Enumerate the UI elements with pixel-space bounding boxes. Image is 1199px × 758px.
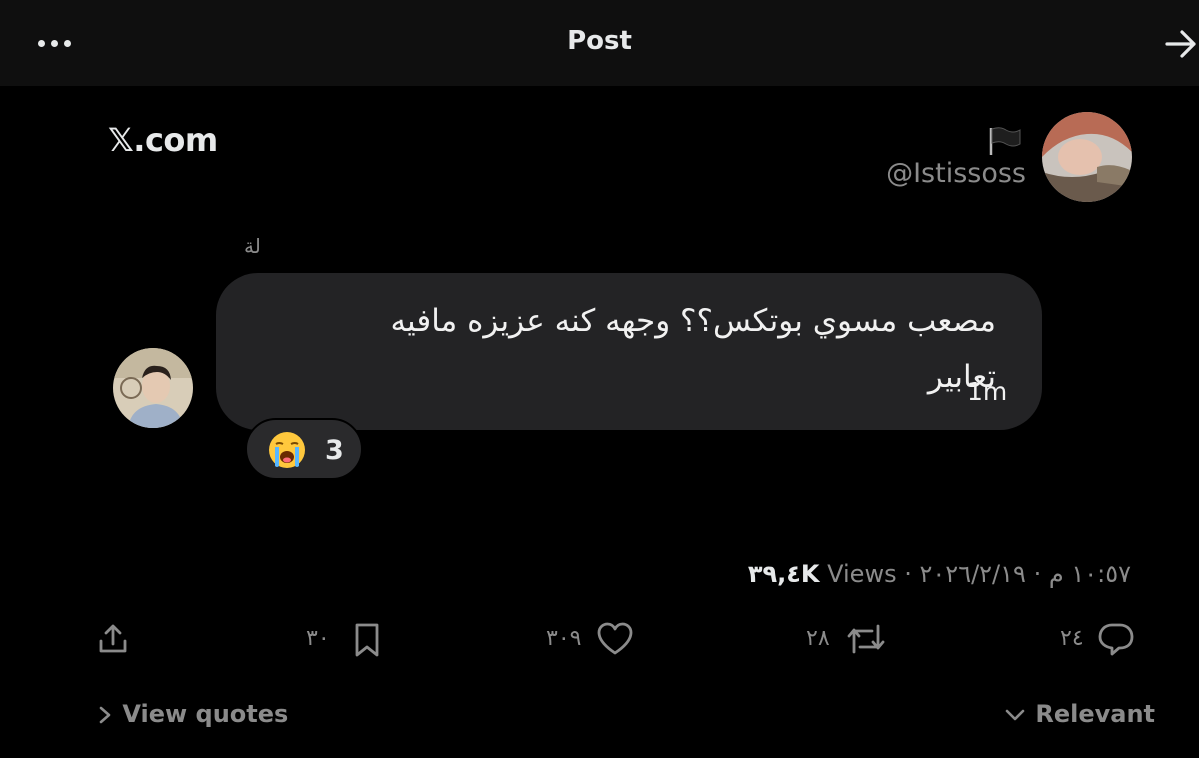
sort-relevant-dropdown[interactable]: Relevant <box>1003 700 1155 728</box>
message-timestamp: 1m <box>967 377 1008 406</box>
like-count: ٣٠٩ <box>546 626 582 651</box>
chevron-down-icon <box>1005 709 1025 721</box>
view-quotes-label: View quotes <box>122 700 289 728</box>
forward-arrow-icon[interactable] <box>1164 28 1198 60</box>
bookmark-icon <box>355 623 379 657</box>
author-avatar[interactable] <box>1042 112 1132 202</box>
reply-count: ٢٤ <box>1060 626 1084 651</box>
post-time: ١٠:٥٧ م <box>1048 560 1131 588</box>
views-label: Views <box>827 560 897 588</box>
repost-count: ٢٨ <box>806 626 830 651</box>
top-bar: Post <box>0 0 1199 86</box>
post-metadata: ٣٩,٤K Views · ١٠:٥٧ م · ٢٠٢٦/٢/١٩ <box>748 560 1131 588</box>
meta-separator: · <box>1033 560 1042 588</box>
black-flag-icon <box>989 127 1021 155</box>
loudly-crying-face-icon <box>269 432 305 468</box>
message-bubble: مصعب مسوي بوتكس؟؟ وجهه كنه عزيزه مافيه ت… <box>216 273 1042 430</box>
bookmark-button[interactable]: ٣٠ <box>306 620 382 660</box>
message-text-line-1: مصعب مسوي بوتكس؟؟ وجهه كنه عزيزه مافيه <box>390 303 996 339</box>
view-quotes-link[interactable]: View quotes <box>96 700 288 728</box>
reaction-count: 3 <box>325 435 344 466</box>
share-button[interactable] <box>96 620 136 660</box>
bookmark-count: ٣٠ <box>306 626 330 651</box>
meta-separator: · <box>904 560 912 588</box>
reaction-chip[interactable]: 3 <box>245 418 363 480</box>
page-title: Post <box>567 26 632 56</box>
repost-icon <box>847 624 885 654</box>
author-handle[interactable]: @Istissoss <box>860 158 1026 189</box>
like-button[interactable]: ٣٠٩ <box>546 620 636 660</box>
sort-label: Relevant <box>1035 700 1156 728</box>
reply-icon <box>1098 623 1134 656</box>
reply-button[interactable]: ٢٤ <box>1060 620 1136 660</box>
sender-avatar <box>113 348 193 428</box>
reply-context-label: لة <box>244 234 261 258</box>
x-brand-logo: 𝕏.com <box>108 121 218 159</box>
views-count: ٣٩,٤K <box>747 560 820 588</box>
share-icon <box>99 624 127 653</box>
repost-button[interactable]: ٢٨ <box>806 620 888 660</box>
heart-icon <box>597 622 633 655</box>
chevron-right-icon <box>99 706 111 724</box>
post-date: ٢٠٢٦/٢/١٩ <box>919 560 1026 588</box>
